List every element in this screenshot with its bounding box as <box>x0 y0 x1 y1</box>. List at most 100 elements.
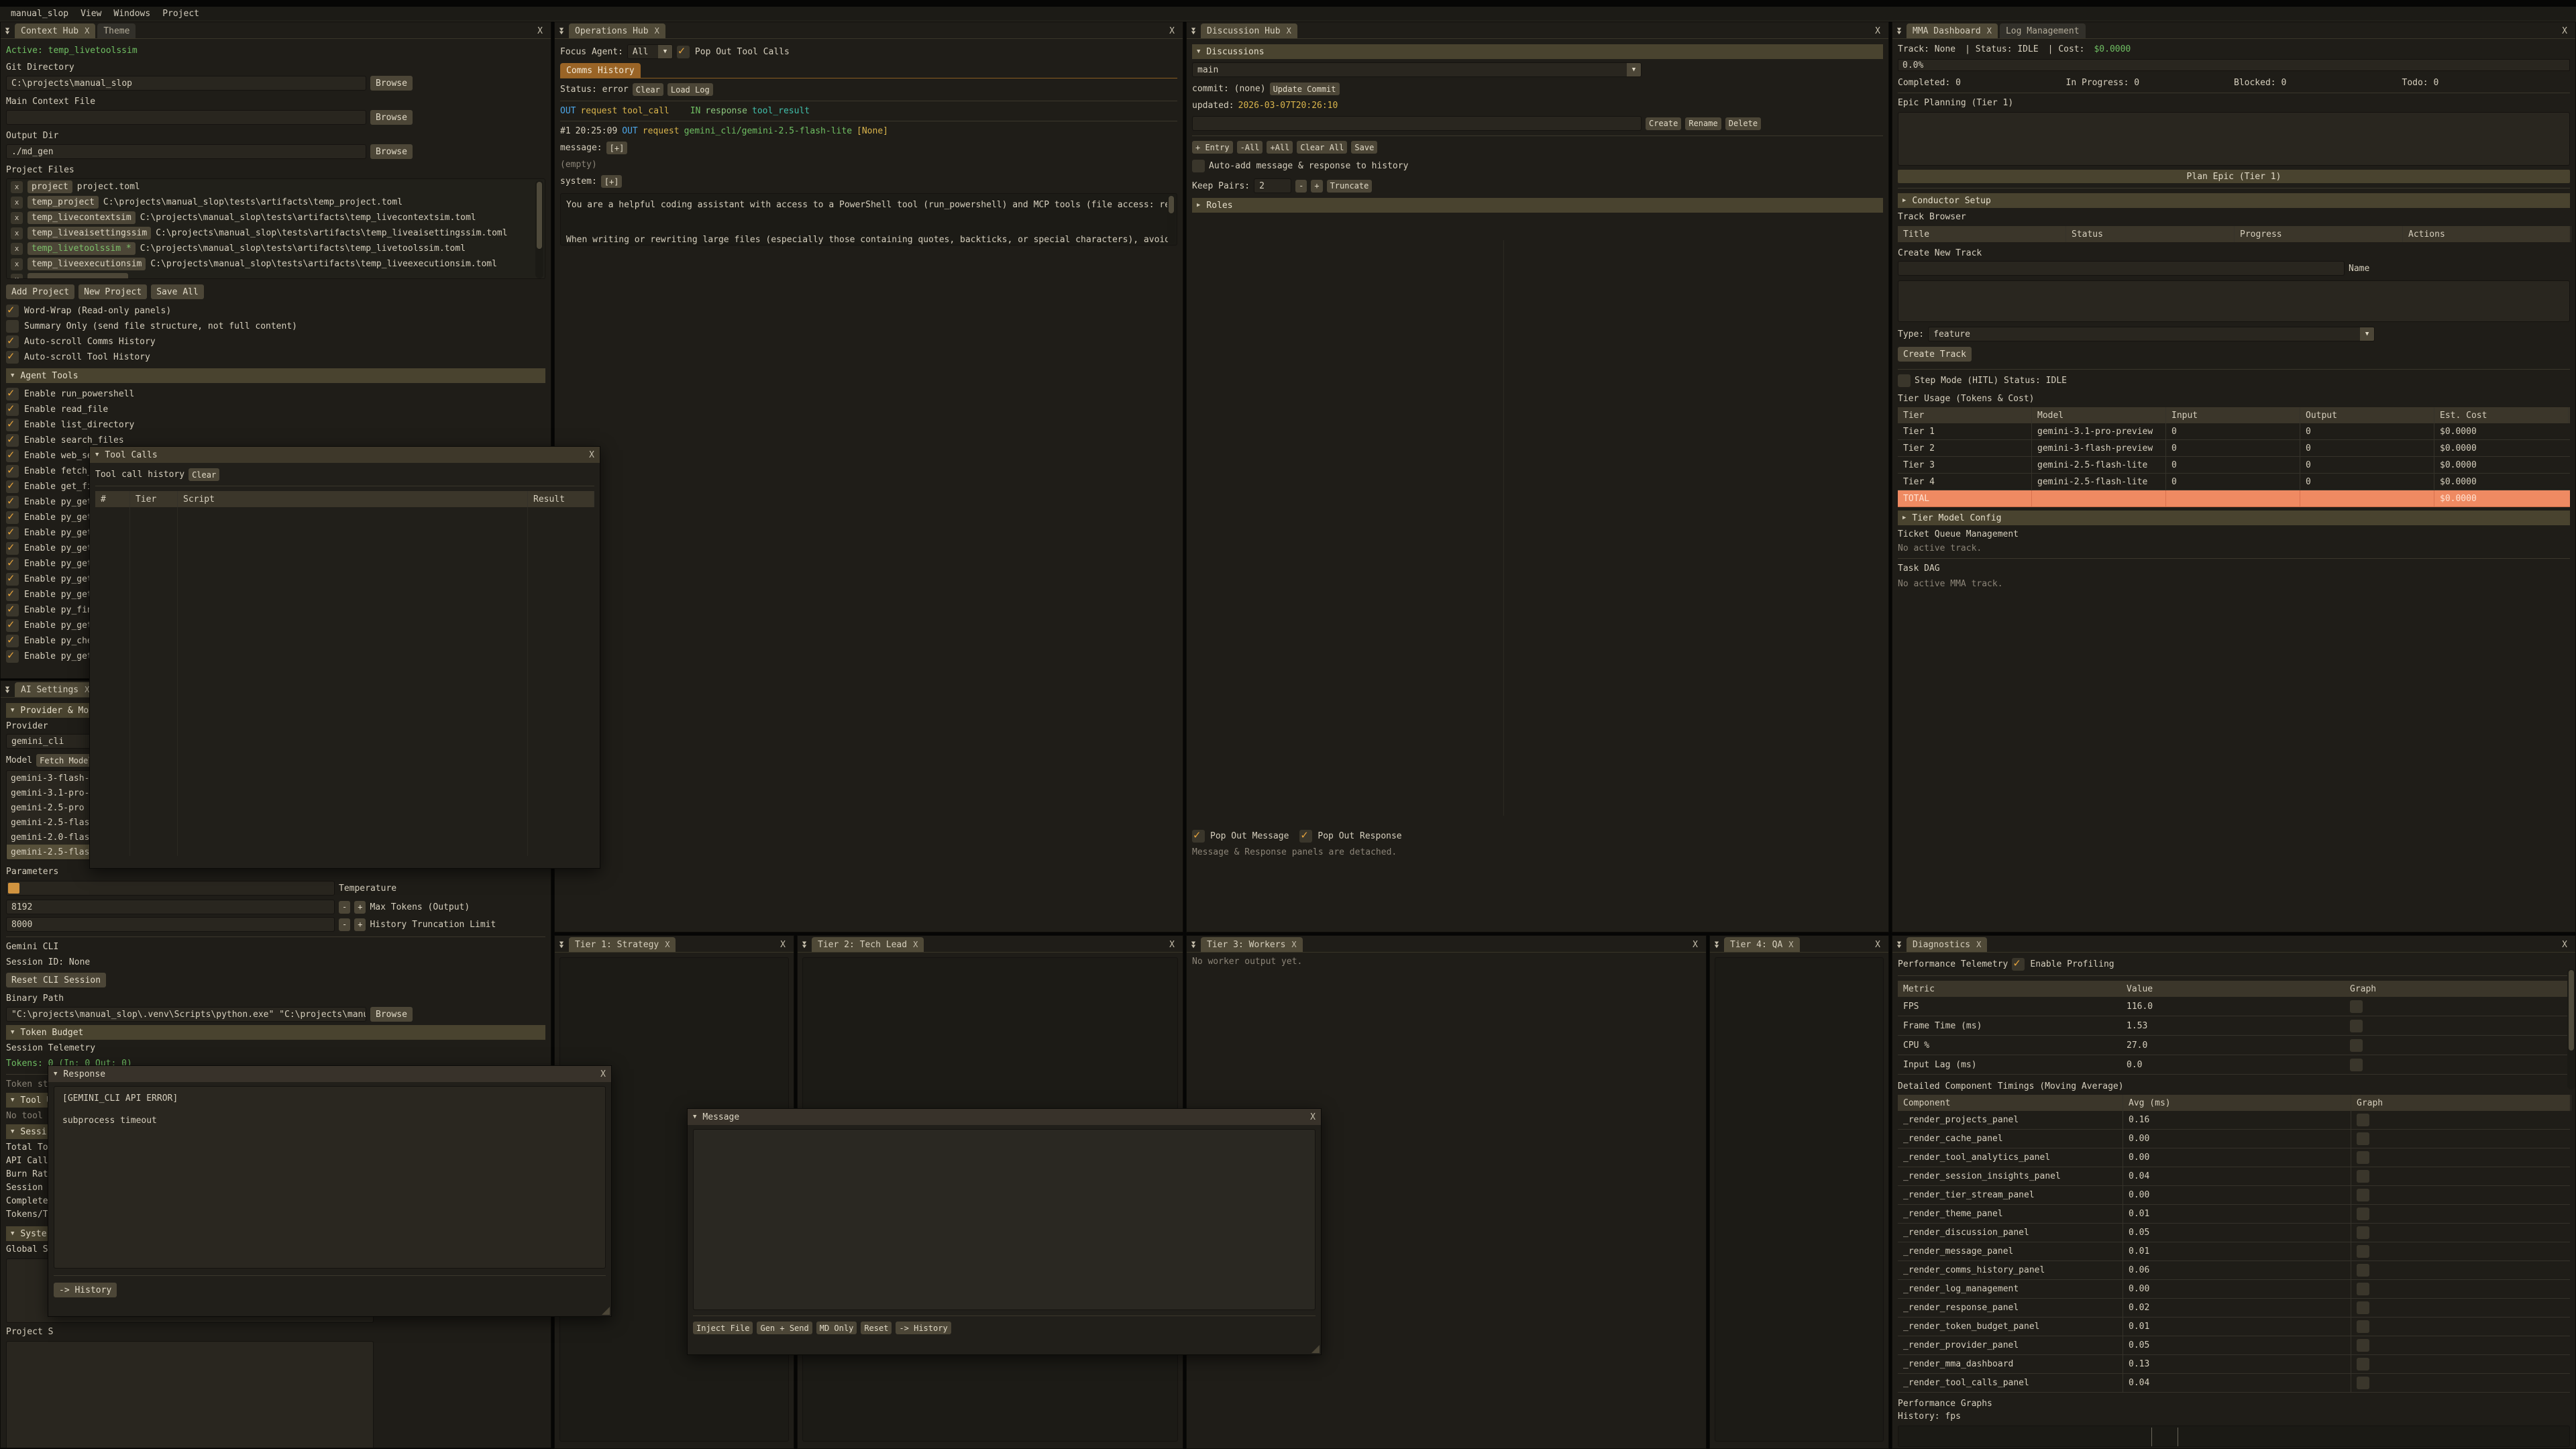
popout-message-option[interactable]: Pop Out Message <box>1192 830 1289 843</box>
popout-response-option[interactable]: Pop Out Response <box>1299 830 1401 843</box>
focus-agent-combo[interactable]: All ▼ <box>627 44 673 59</box>
checkbox[interactable] <box>6 320 19 333</box>
create-button[interactable]: Create <box>1646 117 1681 130</box>
dock-collapse-icon[interactable] <box>556 28 567 35</box>
entry-action-button[interactable]: +All <box>1267 141 1293 154</box>
panel-close-icon[interactable]: X <box>1870 940 1886 950</box>
project-file-row[interactable]: x temp_livetoolssim * C:\projects\manual… <box>7 241 545 256</box>
graph-checkbox[interactable] <box>2357 1151 2369 1164</box>
close-icon[interactable]: X <box>589 450 594 460</box>
project-tag-button[interactable]: project <box>28 180 72 193</box>
graph-checkbox[interactable] <box>2357 1377 2369 1389</box>
dock-collapse-icon[interactable] <box>2 28 13 35</box>
response-textarea[interactable]: [GEMINI_CLI API ERROR] subprocess timeou… <box>54 1086 606 1269</box>
checkbox[interactable] <box>6 335 19 348</box>
panel-close-icon[interactable]: X <box>2557 940 2573 950</box>
binary-browse-button[interactable]: Browse <box>370 1007 413 1022</box>
clear-history-button[interactable]: Clear <box>189 468 219 481</box>
project-file-row[interactable]: x <box>7 272 545 279</box>
tab-close-icon[interactable]: X <box>1287 26 1291 36</box>
truncate-button[interactable]: Truncate <box>1327 180 1373 193</box>
update-commit-button[interactable]: Update Commit <box>1270 83 1340 95</box>
message-action-button[interactable]: Inject File <box>693 1322 753 1334</box>
conductor-setup-header[interactable]: Conductor Setup <box>1898 193 2570 208</box>
tab-ai-settings[interactable]: AI Settings X <box>15 682 95 697</box>
tab-close-icon[interactable]: X <box>1987 26 1992 36</box>
checkbox[interactable] <box>6 465 19 478</box>
graph-checkbox[interactable] <box>2357 1170 2369 1183</box>
keep-pairs-input[interactable]: 2 <box>1254 178 1291 193</box>
panel-close-icon[interactable]: X <box>1687 940 1703 950</box>
graph-checkbox[interactable] <box>2357 1245 2369 1258</box>
checkbox[interactable] <box>6 588 19 601</box>
popout-toolcalls-option[interactable]: Pop Out Tool Calls <box>677 46 790 58</box>
entry-action-button[interactable]: -All <box>1237 141 1263 154</box>
discussions-header[interactable]: Discussions <box>1192 44 1883 59</box>
panel-close-icon[interactable]: X <box>1164 940 1180 950</box>
project-file-row[interactable]: x temp_project C:\projects\manual_slop\t… <box>7 195 545 210</box>
checkbox[interactable] <box>6 604 19 616</box>
keep-pairs-minus-button[interactable]: - <box>1295 180 1307 193</box>
checkbox[interactable] <box>1299 830 1312 843</box>
checkbox[interactable] <box>6 496 19 508</box>
graph-checkbox[interactable] <box>2357 1132 2369 1145</box>
checkbox[interactable] <box>6 419 19 431</box>
checkbox[interactable] <box>6 511 19 524</box>
temperature-slider[interactable] <box>6 881 335 896</box>
panel-close-icon[interactable]: X <box>1164 26 1180 36</box>
dock-collapse-icon[interactable] <box>1711 941 1722 949</box>
output-dir-browse-button[interactable]: Browse <box>370 144 413 159</box>
tab-close-icon[interactable]: X <box>1788 940 1793 949</box>
tab-close-icon[interactable]: X <box>913 940 918 949</box>
remove-file-button[interactable]: x <box>11 258 23 270</box>
remove-file-button[interactable]: x <box>11 197 23 209</box>
checkbox[interactable] <box>1192 830 1205 843</box>
project-tag-button[interactable]: temp_liveexecutionsim <box>28 258 146 270</box>
max-tokens-plus-button[interactable]: + <box>354 901 366 914</box>
tab-close-icon[interactable]: X <box>665 940 669 949</box>
graph-checkbox[interactable] <box>2357 1114 2369 1126</box>
remove-file-button[interactable]: x <box>11 274 23 280</box>
message-action-button[interactable]: Reset <box>861 1322 892 1334</box>
project-tag-button[interactable]: temp_livecontextsim <box>28 211 136 224</box>
checkbox[interactable] <box>6 388 19 400</box>
message-textarea[interactable] <box>693 1129 1316 1310</box>
rename-button[interactable]: Rename <box>1685 117 1721 130</box>
plan-epic-button[interactable]: Plan Epic (Tier 1) <box>1898 170 2570 183</box>
graph-checkbox[interactable] <box>2350 1059 2363 1071</box>
agent-tool-row[interactable]: Enable run_powershell <box>6 386 545 402</box>
message-action-button[interactable]: Gen + Send <box>757 1322 812 1334</box>
project-tag-button[interactable]: temp_liveaisettingssim <box>28 227 151 239</box>
tier4-output[interactable] <box>1715 957 1884 1442</box>
panel-close-icon[interactable]: X <box>1870 26 1886 36</box>
binary-path-input[interactable]: "C:\projects\manual_slop\.venv\Scripts\p… <box>6 1007 366 1022</box>
git-directory-input[interactable]: C:\projects\manual_slop <box>6 76 366 91</box>
files-scrollbar[interactable] <box>535 180 543 278</box>
panel-close-icon[interactable]: X <box>775 940 791 950</box>
dock-collapse-icon[interactable] <box>556 941 567 949</box>
epic-planning-textarea[interactable] <box>1898 112 2570 166</box>
graph-checkbox[interactable] <box>2350 1000 2363 1013</box>
graph-checkbox[interactable] <box>2357 1301 2369 1314</box>
checkbox[interactable] <box>6 573 19 586</box>
project-file-row[interactable]: x temp_livecontextsim C:\projects\manual… <box>7 210 545 225</box>
enable-profiling-option[interactable]: Enable Profiling <box>2012 958 2114 971</box>
tab-comms-history[interactable]: Comms History <box>560 63 641 78</box>
keep-pairs-plus-button[interactable]: + <box>1311 180 1322 193</box>
tab-theme[interactable]: Theme <box>97 23 136 38</box>
agent-tool-row[interactable]: Enable list_directory <box>6 417 545 433</box>
close-icon[interactable]: X <box>1310 1112 1316 1122</box>
project-tag-button[interactable]: temp_project <box>28 196 99 209</box>
max-tokens-minus-button[interactable]: - <box>339 901 350 914</box>
history-limit-minus-button[interactable]: - <box>339 918 350 931</box>
tab-context-hub[interactable]: Context Hub X <box>15 23 95 38</box>
dock-collapse-icon[interactable] <box>1188 941 1199 949</box>
checkbox[interactable] <box>6 635 19 647</box>
graph-checkbox[interactable] <box>2357 1358 2369 1371</box>
diagnostics-scrollbar[interactable] <box>2567 969 2575 1089</box>
checkbox[interactable] <box>6 305 19 317</box>
tab-log-management[interactable]: Log Management <box>2000 23 2086 38</box>
project-action-button[interactable]: Save All <box>151 284 204 299</box>
option-row[interactable]: Summary Only (send file structure, not f… <box>6 319 545 334</box>
checkbox[interactable] <box>677 46 690 58</box>
